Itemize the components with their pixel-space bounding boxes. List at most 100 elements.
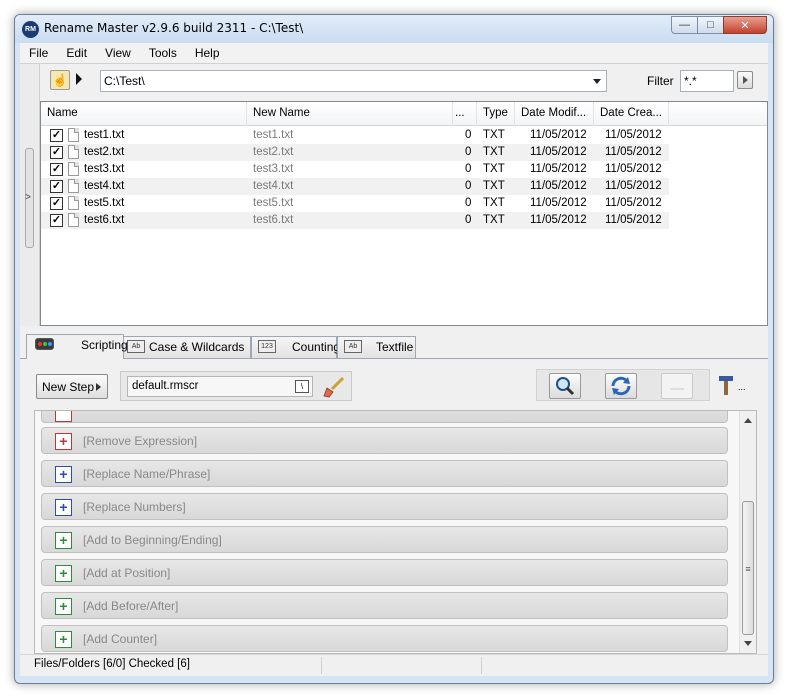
window-title: Rename Master v2.9.6 build 2311 - C:\Tes… — [44, 21, 304, 35]
column-type[interactable]: Type — [477, 102, 515, 126]
magnifier-icon — [556, 377, 575, 396]
apply-filter-button[interactable] — [737, 71, 753, 89]
tab-label: Counting — [292, 340, 341, 354]
menu-file[interactable]: File — [20, 46, 57, 60]
step-partial[interactable] — [41, 411, 728, 423]
filter-input[interactable]: *.* — [680, 70, 734, 92]
file-date-created: 11/05/2012 — [605, 180, 662, 192]
file-date-modified: 11/05/2012 — [530, 146, 587, 158]
path-combobox[interactable]: C:\Test\ — [100, 70, 607, 92]
maximize-button[interactable]: □ — [697, 16, 724, 34]
undo-button[interactable] — [661, 373, 693, 399]
app-logo-icon: RM — [22, 21, 39, 38]
step-item[interactable]: + [Remove Expression] — [41, 427, 728, 454]
file-size: 0 — [465, 197, 472, 209]
menu-view[interactable]: View — [96, 46, 140, 60]
new-step-button[interactable]: New Step — [36, 374, 108, 399]
step-item[interactable]: + [Replace Name/Phrase] — [41, 460, 728, 487]
rename-button[interactable] — [605, 373, 637, 399]
play-arrow-icon[interactable] — [76, 73, 82, 85]
steps-list[interactable]: + [Remove Expression] + [Replace Name/Ph… — [34, 410, 757, 654]
add-step-icon[interactable]: + — [55, 565, 72, 582]
clear-brush-icon[interactable] — [323, 376, 345, 398]
column-new-name[interactable]: New Name — [247, 102, 453, 126]
path-value: C:\Test\ — [104, 74, 145, 88]
minimize-button[interactable]: — — [671, 16, 698, 34]
table-row[interactable]: ✓ test2.txt test2.txt 0 TXT 11/05/2012 1… — [41, 144, 669, 161]
tab-case-wildcards[interactable]: Ab Case & Wildcards — [120, 336, 251, 358]
ab-textfile-icon: Ab — [344, 340, 362, 353]
expand-arrow-icon[interactable]: > — [25, 192, 31, 203]
row-checkbox[interactable]: ✓ — [50, 197, 63, 210]
column-size[interactable]: ... — [453, 102, 477, 126]
add-step-icon[interactable] — [55, 411, 72, 422]
file-date-modified: 11/05/2012 — [530, 197, 587, 209]
add-step-icon[interactable]: + — [55, 598, 72, 615]
row-checkbox[interactable]: ✓ — [50, 129, 63, 142]
status-bar: Files/Folders [6/0] Checked [6] — [20, 654, 768, 676]
splitter[interactable] — [20, 326, 768, 334]
add-step-icon[interactable]: + — [55, 532, 72, 549]
scroll-down-arrow-icon[interactable] — [744, 641, 752, 646]
step-item[interactable]: + [Replace Numbers] — [41, 493, 728, 520]
menu-help[interactable]: Help — [186, 46, 229, 60]
row-checkbox[interactable]: ✓ — [50, 146, 63, 159]
column-name[interactable]: Name — [41, 102, 247, 126]
menu-edit[interactable]: Edit — [57, 46, 96, 60]
column-date-created[interactable]: Date Crea... — [594, 102, 669, 126]
scroll-thumb[interactable]: ≡ — [742, 501, 754, 635]
step-label: [Add Counter] — [83, 632, 158, 646]
browse-folder-button[interactable]: ☝ — [50, 70, 70, 90]
client-area: > ☝ C:\Test\ Filter *.* Name New Name ..… — [20, 64, 768, 676]
status-text: Files/Folders [6/0] Checked [6] — [26, 657, 322, 674]
table-row[interactable]: ✓ test3.txt test3.txt 0 TXT 11/05/2012 1… — [41, 161, 669, 178]
table-row[interactable]: ✓ test6.txt test6.txt 0 TXT 11/05/2012 1… — [41, 212, 669, 229]
dropdown-arrow-icon[interactable] — [593, 79, 601, 84]
table-row[interactable]: ✓ test1.txt test1.txt 0 TXT 11/05/2012 1… — [41, 127, 669, 144]
step-label: [Remove Expression] — [83, 434, 198, 448]
file-size: 0 — [465, 129, 472, 141]
add-step-icon[interactable]: + — [55, 499, 72, 516]
preview-button[interactable] — [549, 373, 581, 399]
tab-textfile[interactable]: Ab Textfile — [337, 336, 416, 358]
step-item[interactable]: + [Add Before/After] — [41, 592, 728, 619]
file-name: test5.txt — [84, 197, 125, 209]
script-file-input[interactable]: default.rmscr \ — [127, 376, 313, 397]
browse-script-icon[interactable]: \ — [295, 380, 309, 393]
file-new-name: test2.txt — [253, 146, 294, 158]
title-bar[interactable]: RM Rename Master v2.9.6 build 2311 - C:\… — [15, 15, 773, 43]
close-button[interactable]: ✕ — [723, 16, 767, 34]
row-checkbox[interactable]: ✓ — [50, 180, 63, 193]
add-step-icon[interactable]: + — [55, 433, 72, 450]
step-item[interactable]: + [Add at Position] — [41, 559, 728, 586]
table-row[interactable]: ✓ test5.txt test5.txt 0 TXT 11/05/2012 1… — [41, 195, 669, 212]
file-date-created: 11/05/2012 — [605, 129, 662, 141]
add-step-icon[interactable]: + — [55, 466, 72, 483]
step-label: [Replace Numbers] — [83, 500, 186, 514]
file-new-name: test5.txt — [253, 197, 294, 209]
menu-tools[interactable]: Tools — [140, 46, 186, 60]
file-name: test4.txt — [84, 180, 125, 192]
row-checkbox[interactable]: ✓ — [50, 214, 63, 227]
tab-scripting[interactable]: Scripting — [26, 334, 128, 359]
file-size: 0 — [465, 163, 472, 175]
tools-menu[interactable]: ... — [717, 374, 747, 396]
tab-strip: Scripting Ab Case & Wildcards 123 Counti… — [20, 334, 768, 359]
file-type: TXT — [483, 146, 505, 158]
script-file-box: default.rmscr \ — [120, 371, 352, 401]
step-item[interactable]: + [Add Counter] — [41, 625, 728, 652]
file-list[interactable]: Name New Name ... Type Date Modif... Dat… — [40, 101, 768, 326]
table-row[interactable]: ✓ test4.txt test4.txt 0 TXT 11/05/2012 1… — [41, 178, 669, 195]
text-file-icon — [68, 145, 79, 159]
file-size: 0 — [465, 214, 472, 226]
steps-scrollbar[interactable]: ≡ — [739, 411, 756, 653]
scroll-up-arrow-icon[interactable] — [744, 418, 752, 423]
file-size: 0 — [465, 146, 472, 158]
step-item[interactable]: + [Add to Beginning/Ending] — [41, 526, 728, 553]
tab-counting[interactable]: 123 Counting — [251, 336, 341, 358]
add-step-icon[interactable]: + — [55, 631, 72, 648]
column-date-modified[interactable]: Date Modif... — [515, 102, 594, 126]
file-type: TXT — [483, 197, 505, 209]
side-collapse-bar[interactable]: > — [20, 64, 40, 332]
row-checkbox[interactable]: ✓ — [50, 163, 63, 176]
